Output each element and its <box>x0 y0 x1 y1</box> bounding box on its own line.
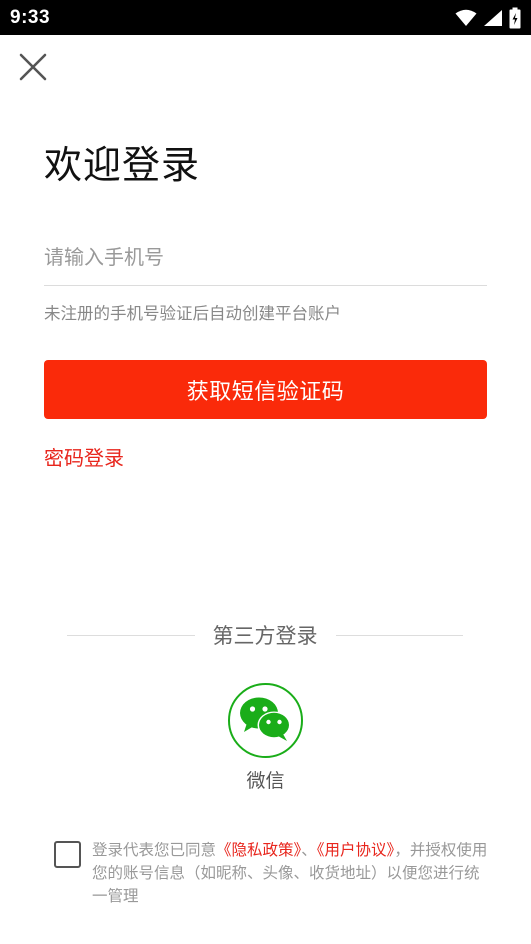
phone-input[interactable] <box>44 228 487 286</box>
wechat-label: 微信 <box>246 770 285 792</box>
agreement-separator: 、 <box>301 841 317 859</box>
login-page: 9:33 欢迎登录 请输入手机号 未注册的手机号验证后自动创建平台账户 获取短信… <box>0 0 531 944</box>
wechat-icon <box>237 694 295 748</box>
wifi-icon <box>455 9 477 27</box>
third-party-label: 第三方登录 <box>212 624 318 648</box>
status-time: 9:33 <box>10 6 51 28</box>
register-hint: 未注册的手机号验证后自动创建平台账户 <box>44 304 341 323</box>
get-sms-code-button[interactable]: 获取短信验证码 <box>44 360 487 419</box>
close-icon <box>19 53 47 85</box>
agreement-checkbox[interactable] <box>54 841 81 868</box>
third-party-divider: 第三方登录 <box>67 620 463 650</box>
agreement-prefix: 登录代表您已同意 <box>92 841 217 859</box>
divider-line-right <box>335 634 463 636</box>
wechat-login-button[interactable] <box>228 683 303 758</box>
page-title: 欢迎登录 <box>44 143 201 187</box>
privacy-policy-link[interactable]: 《隐私政策》 <box>216 841 301 859</box>
cellular-signal-icon <box>483 9 503 27</box>
password-login-link[interactable]: 密码登录 <box>44 442 124 471</box>
divider-line-left <box>67 634 195 636</box>
status-bar: 9:33 <box>0 0 531 35</box>
user-agreement-link[interactable]: 《用户协议》 <box>317 841 395 859</box>
close-button[interactable] <box>14 50 52 88</box>
agreement-text: 登录代表您已同意《隐私政策》、《用户协议》，并授权使用您的账号信息（如昵称、头像… <box>92 839 492 908</box>
battery-icon <box>509 7 521 29</box>
status-icons <box>455 7 521 29</box>
